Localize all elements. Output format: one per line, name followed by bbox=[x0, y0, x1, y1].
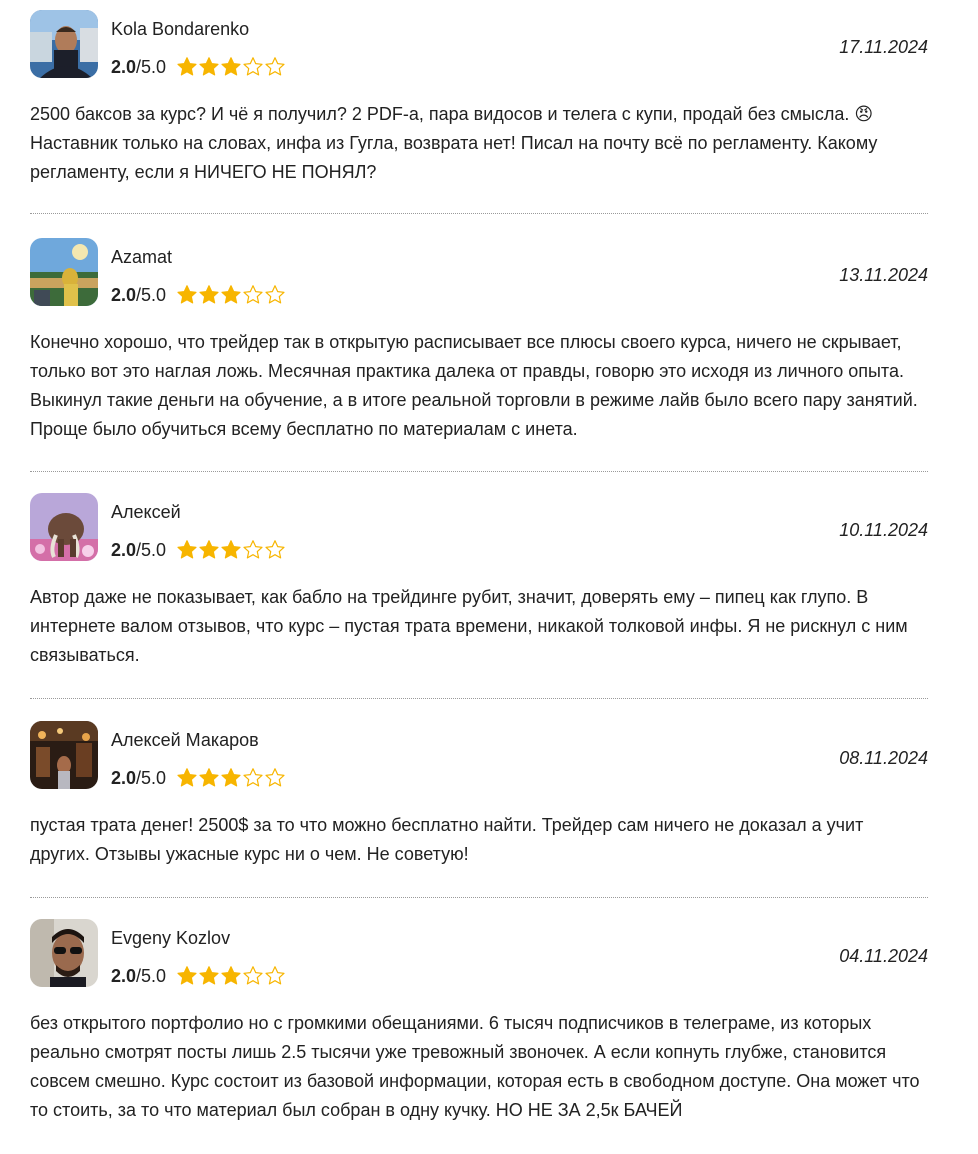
avatar-photo bbox=[30, 721, 98, 789]
rating: 2.0/5.0 bbox=[111, 538, 286, 562]
stars-rating bbox=[176, 539, 286, 561]
star-filled-icon bbox=[199, 285, 219, 304]
rating-value: 2.0 bbox=[111, 768, 137, 788]
star-filled-icon bbox=[221, 540, 241, 559]
review-header: Evgeny Kozlov 2.0/5.0 04.11.2024 bbox=[30, 919, 928, 987]
star-empty-icon bbox=[243, 285, 263, 304]
avatar-photo bbox=[30, 493, 98, 561]
star-empty-icon bbox=[243, 966, 263, 985]
star-filled-icon bbox=[199, 57, 219, 76]
avatar bbox=[30, 10, 98, 78]
reviewer-name: Алексей Макаров bbox=[111, 730, 259, 750]
review-item: Алексей Макаров 2.0/5.0 08.11.2024 пуста… bbox=[30, 721, 928, 869]
reviewer-name: Azamat bbox=[111, 247, 173, 267]
rating-max: /5.0 bbox=[136, 768, 167, 788]
star-empty-icon bbox=[243, 57, 263, 76]
avatar bbox=[30, 238, 98, 306]
stars-rating bbox=[176, 767, 286, 789]
avatar-photo bbox=[30, 10, 98, 78]
review-text: Конечно хорошо, что трейдер так в открыт… bbox=[30, 332, 918, 439]
review-divider bbox=[30, 698, 928, 699]
rating-score: 2.0/5.0 bbox=[111, 767, 166, 789]
rating-score: 2.0/5.0 bbox=[111, 965, 166, 987]
rating-max: /5.0 bbox=[136, 285, 167, 305]
star-empty-icon bbox=[265, 966, 285, 985]
rating-max: /5.0 bbox=[136, 966, 167, 986]
rating-max: /5.0 bbox=[136, 57, 167, 77]
rating-score: 2.0/5.0 bbox=[111, 539, 166, 561]
rating-value: 2.0 bbox=[111, 966, 137, 986]
review-header: Azamat 2.0/5.0 13.11.2024 bbox=[30, 238, 928, 306]
review-text: 2500 баксов за курс? И чё я получил? 2 P… bbox=[30, 104, 878, 182]
star-filled-icon bbox=[221, 966, 241, 985]
star-empty-icon bbox=[265, 540, 285, 559]
rating-score: 2.0/5.0 bbox=[111, 56, 166, 78]
review-text: без открытого портфолио но с громкими об… bbox=[30, 1013, 920, 1120]
star-filled-icon bbox=[177, 768, 197, 787]
rating-value: 2.0 bbox=[111, 540, 137, 560]
star-filled-icon bbox=[199, 540, 219, 559]
rating: 2.0/5.0 bbox=[111, 283, 286, 307]
review-date: 13.11.2024 bbox=[839, 265, 928, 285]
star-filled-icon bbox=[221, 768, 241, 787]
avatar bbox=[30, 493, 98, 561]
review-text: Автор даже не показывает, как бабло на т… bbox=[30, 587, 908, 665]
star-filled-icon bbox=[199, 768, 219, 787]
avatar-photo bbox=[30, 238, 98, 306]
review-header: Алексей 2.0/5.0 10.11.2024 bbox=[30, 493, 928, 561]
star-filled-icon bbox=[177, 966, 197, 985]
rating: 2.0/5.0 bbox=[111, 55, 286, 79]
star-empty-icon bbox=[243, 540, 263, 559]
review-text: пустая трата денег! 2500$ за то что можн… bbox=[30, 815, 864, 864]
reviews-list: Kola Bondarenko 2.0/5.0 17.11.2024 2500 … bbox=[0, 0, 978, 1154]
star-filled-icon bbox=[221, 285, 241, 304]
rating-score: 2.0/5.0 bbox=[111, 284, 166, 306]
star-empty-icon bbox=[265, 57, 285, 76]
star-filled-icon bbox=[177, 285, 197, 304]
avatar bbox=[30, 919, 98, 987]
review-divider bbox=[30, 897, 928, 898]
review-item: Алексей 2.0/5.0 10.11.2024 Автор даже не… bbox=[30, 493, 928, 670]
rating-value: 2.0 bbox=[111, 57, 137, 77]
review-item: Evgeny Kozlov 2.0/5.0 04.11.2024 без отк… bbox=[30, 919, 928, 1125]
reviewer-name: Evgeny Kozlov bbox=[111, 928, 231, 948]
reviewer-name: Алексей bbox=[111, 502, 181, 522]
review-date: 04.11.2024 bbox=[839, 946, 928, 966]
review-header: Алексей Макаров 2.0/5.0 08.11.2024 bbox=[30, 721, 928, 789]
star-filled-icon bbox=[177, 540, 197, 559]
stars-rating bbox=[176, 284, 286, 306]
review-item: Azamat 2.0/5.0 13.11.2024 Конечно хорошо… bbox=[30, 238, 928, 444]
star-filled-icon bbox=[221, 57, 241, 76]
review-date: 17.11.2024 bbox=[839, 37, 928, 57]
reviewer-name: Kola Bondarenko bbox=[111, 19, 250, 39]
rating-value: 2.0 bbox=[111, 285, 137, 305]
review-date: 08.11.2024 bbox=[839, 748, 928, 768]
stars-rating bbox=[176, 965, 286, 987]
review-item: Kola Bondarenko 2.0/5.0 17.11.2024 2500 … bbox=[30, 10, 928, 187]
review-date: 10.11.2024 bbox=[839, 520, 928, 540]
star-empty-icon bbox=[265, 285, 285, 304]
rating-max: /5.0 bbox=[136, 540, 167, 560]
review-header: Kola Bondarenko 2.0/5.0 17.11.2024 bbox=[30, 10, 928, 78]
avatar bbox=[30, 721, 98, 789]
star-filled-icon bbox=[177, 57, 197, 76]
review-divider bbox=[30, 213, 928, 214]
avatar-photo bbox=[30, 919, 98, 987]
stars-rating bbox=[176, 56, 286, 78]
star-empty-icon bbox=[243, 768, 263, 787]
rating: 2.0/5.0 bbox=[111, 964, 286, 988]
rating: 2.0/5.0 bbox=[111, 766, 286, 790]
star-filled-icon bbox=[199, 966, 219, 985]
star-empty-icon bbox=[265, 768, 285, 787]
review-divider bbox=[30, 471, 928, 472]
